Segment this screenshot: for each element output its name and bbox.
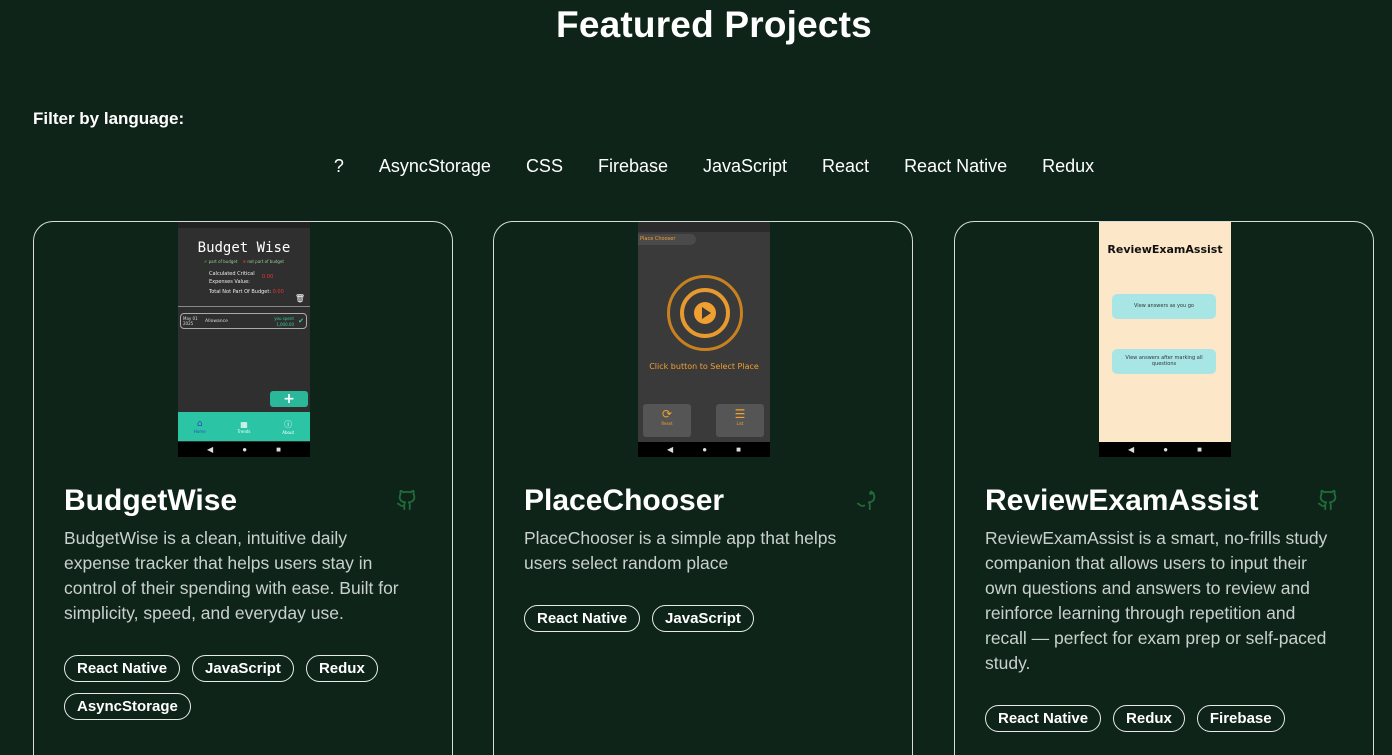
screenshot-critical-value: 0.00 (262, 274, 274, 280)
tag-asyncstorage[interactable]: AsyncStorage (64, 693, 191, 720)
screenshot-prompt: Click button to Select Place (649, 362, 759, 371)
reviewexamassist-screenshot: ReviewExamAssist View answers as you go … (1099, 222, 1231, 457)
screenshot-app-title: Budget Wise (197, 240, 291, 256)
filter-option-css[interactable]: CSS (526, 156, 563, 177)
screenshot-entry-amount: 1,000.00 (276, 322, 294, 327)
screenshot-legend-not-part: not part of budget (247, 259, 284, 264)
tag-javascript[interactable]: JavaScript (192, 655, 294, 682)
screenshot-reset-label: Reset (661, 421, 673, 426)
project-card-budgetwise: Budget Wise ✔ part of budget ✖ not part … (33, 221, 453, 755)
project-description: PlaceChooser is a simple app that helps … (524, 528, 837, 573)
list-icon: ☰ (734, 407, 746, 421)
trash-icon: 🗑 (294, 294, 305, 303)
project-title: BudgetWise (64, 484, 238, 517)
screenshot-tab-trends: Trends (237, 428, 251, 434)
checkmark-icon: ✔ (298, 317, 304, 325)
screenshot-app-title: ReviewExamAssist (1107, 243, 1223, 256)
home-icon: ⌂ (196, 419, 203, 429)
list-button: ☰ List (716, 404, 764, 437)
screenshot-legend-part: part of budget (208, 259, 238, 264)
github-icon[interactable] (396, 488, 418, 512)
github-icon[interactable] (856, 488, 878, 512)
tag-firebase[interactable]: Firebase (1196, 705, 1285, 732)
tag-list: React Native JavaScript (524, 605, 884, 632)
screenshot-tab-home: Home (193, 429, 206, 434)
screenshot-list-label: List (736, 421, 744, 426)
play-dial-icon (667, 275, 743, 351)
screenshot-app-title: Place Chooser (638, 234, 696, 245)
filter-option-unknown[interactable]: ? (334, 156, 344, 177)
filter-option-react-native[interactable]: React Native (904, 156, 1007, 177)
project-description: BudgetWise is a clean, intuitive daily e… (64, 528, 399, 623)
page-title: Featured Projects (556, 4, 872, 45)
tag-react-native[interactable]: React Native (985, 705, 1102, 732)
checkmark-icon: ✔ (204, 259, 208, 264)
screenshot-not-part-value: 0.00 (272, 289, 284, 295)
tag-javascript[interactable]: JavaScript (652, 605, 754, 632)
filter-label: Filter by language: (33, 109, 185, 128)
filter-option-react[interactable]: React (822, 156, 869, 177)
reset-button: ⟳ Reset (643, 404, 691, 437)
screenshot-expense-entry: May 01 2025 Allowance you spent 1,000.00… (180, 313, 307, 329)
project-title: ReviewExamAssist (985, 484, 1259, 517)
screenshot-entry-spent-label: you spent (274, 316, 294, 321)
cross-icon: ✖ (242, 259, 247, 264)
tag-react-native[interactable]: React Native (64, 655, 181, 682)
screenshot-entry-date: May 01 2025 (183, 316, 198, 326)
screenshot-critical-label: Calculated Critical Expenses Value: (209, 271, 255, 285)
project-description: ReviewExamAssist is a smart, no-frills s… (985, 528, 1328, 673)
refresh-icon: ⟳ (661, 407, 673, 421)
project-title: PlaceChooser (524, 484, 725, 517)
calculator-icon: ▦ (240, 419, 248, 429)
project-card-placechooser: Place Chooser Click button to Select Pla… (493, 221, 913, 755)
screenshot-button-1: View answers as you go (1112, 294, 1216, 319)
filter-option-firebase[interactable]: Firebase (598, 156, 668, 177)
android-nav-bar: ◀ ● ■ (178, 442, 310, 457)
filter-option-redux[interactable]: Redux (1042, 156, 1094, 177)
tag-react-native[interactable]: React Native (524, 605, 641, 632)
tag-redux[interactable]: Redux (305, 655, 378, 682)
screenshot-not-part-label: Total Not Part Of Budget: (209, 289, 272, 295)
project-card-reviewexamassist: ReviewExamAssist View answers as you go … (954, 221, 1374, 755)
filter-option-javascript[interactable]: JavaScript (703, 156, 787, 177)
filter-option-asyncstorage[interactable]: AsyncStorage (379, 156, 491, 177)
tag-redux[interactable]: Redux (1113, 705, 1185, 732)
screenshot-tab-bar: ⌂ Home ▦ Trends ⓘ About (178, 412, 310, 441)
tag-list: React Native Redux Firebase (985, 705, 1345, 732)
screenshot-button-2: View answers after marking all questions (1112, 349, 1216, 374)
budgetwise-screenshot: Budget Wise ✔ part of budget ✖ not part … (178, 222, 310, 457)
tag-list: React Native JavaScript Redux AsyncStora… (64, 655, 424, 720)
android-nav-bar: ◀ ● ■ (1099, 442, 1231, 457)
screenshot-tab-about: About (282, 429, 295, 435)
github-icon[interactable] (1317, 488, 1339, 512)
language-filter: ? AsyncStorage CSS Firebase JavaScript R… (0, 156, 1392, 177)
placechooser-screenshot: Place Chooser Click button to Select Pla… (638, 222, 770, 457)
add-button: + (270, 391, 308, 407)
info-icon: ⓘ (284, 419, 293, 429)
screenshot-entry-name: Allowance (205, 319, 228, 324)
android-nav-bar: ◀ ● ■ (638, 442, 770, 457)
